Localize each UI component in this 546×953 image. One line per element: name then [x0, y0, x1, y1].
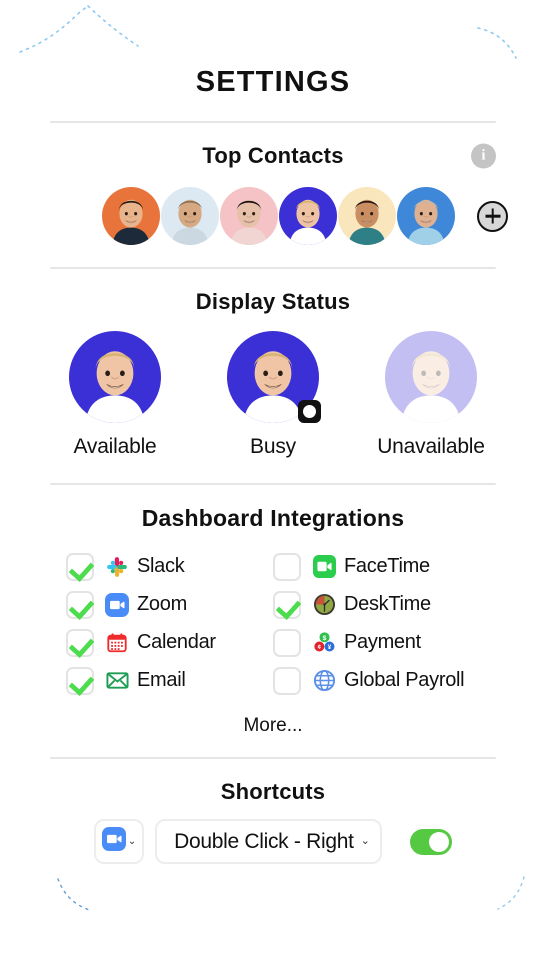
integration-label: FaceTime — [344, 555, 430, 577]
integration-checkbox[interactable] — [273, 666, 301, 695]
integration-item[interactable]: $ ¢ ¥ Payment — [273, 626, 546, 659]
status-option-label: Available — [73, 435, 157, 458]
more-link[interactable]: More... — [0, 697, 546, 737]
integration-label: Calendar — [137, 631, 216, 653]
status-avatar — [385, 331, 477, 423]
zoom-icon — [105, 592, 129, 617]
top-contacts-title: Top Contacts — [202, 143, 344, 168]
status-avatar-image — [69, 331, 161, 423]
settings-panel: SETTINGS Top Contacts i Display Status A… — [0, 0, 546, 953]
contact-avatar[interactable] — [220, 187, 278, 245]
chevron-down-icon: ⌄ — [127, 835, 137, 847]
integration-label: Email — [137, 669, 186, 691]
integration-label: Payment — [344, 631, 421, 653]
svg-text:¥: ¥ — [327, 644, 331, 651]
integration-label: DeskTime — [344, 593, 431, 615]
integration-checkbox[interactable] — [66, 552, 94, 581]
status-avatar — [227, 331, 321, 423]
contact-avatar-list — [40, 187, 455, 245]
contact-avatar[interactable] — [397, 187, 455, 245]
integration-item[interactable]: FaceTime — [273, 550, 546, 583]
status-option-label: Busy — [250, 435, 296, 458]
contact-avatar[interactable] — [279, 187, 337, 245]
display-status-header: Display Status — [0, 289, 546, 315]
desktime-icon — [312, 593, 336, 617]
status-avatar-image — [385, 331, 477, 423]
display-status-options: Available Busy Unavailable — [0, 315, 546, 459]
zoom-icon — [101, 827, 126, 856]
integration-item[interactable]: Slack — [66, 550, 273, 583]
corner-decoration-bottom-right — [480, 873, 530, 913]
integration-label: Slack — [137, 555, 185, 577]
payment-icon: $ ¢ ¥ — [312, 631, 336, 655]
slack-icon — [105, 555, 129, 579]
page-title: SETTINGS — [195, 66, 351, 98]
top-contacts-header: Top Contacts i — [0, 143, 546, 169]
status-option-busy[interactable]: Busy — [213, 331, 333, 459]
integration-item[interactable]: Email — [66, 664, 273, 697]
top-contacts-section: Top Contacts i — [0, 123, 546, 245]
shortcut-app-select[interactable]: ⌄ — [94, 819, 145, 864]
svg-text:¢: ¢ — [317, 644, 321, 651]
integration-checkbox[interactable] — [66, 628, 94, 657]
toggle-knob — [428, 831, 449, 852]
facetime-icon — [312, 555, 336, 579]
status-option-label: Unavailable — [377, 435, 485, 458]
email-icon — [105, 669, 129, 693]
integration-checkbox[interactable] — [273, 552, 301, 581]
info-icon[interactable]: i — [471, 143, 496, 169]
chevron-down-icon: ⌄ — [360, 835, 370, 847]
integrations-section: Dashboard Integrations Slack FaceTime Zoom… — [0, 485, 546, 737]
shortcut-row: ⌄ Double Click - Right ⌄ — [0, 805, 546, 864]
integration-item[interactable]: Global Payroll — [273, 664, 546, 697]
integrations-title: Dashboard Integrations — [141, 505, 405, 531]
status-avatar — [69, 331, 161, 423]
selected-dot-icon — [298, 400, 321, 423]
calendar-icon — [105, 631, 129, 655]
shortcut-toggle[interactable] — [409, 828, 452, 855]
shortcut-action-value: Double Click - Right — [174, 829, 354, 853]
add-contact-button[interactable] — [477, 200, 508, 232]
corner-decoration-bottom-left — [52, 875, 112, 915]
integration-item[interactable]: DeskTime — [273, 588, 546, 621]
svg-text:$: $ — [322, 635, 326, 642]
info-icon-glyph: i — [481, 147, 486, 164]
shortcuts-title: Shortcuts — [220, 779, 326, 804]
integration-label: Zoom — [137, 593, 187, 615]
globe-icon — [312, 669, 336, 693]
contact-avatar[interactable] — [102, 187, 160, 245]
contact-avatar[interactable] — [161, 187, 219, 245]
integration-checkbox[interactable] — [66, 666, 94, 695]
display-status-title: Display Status — [195, 289, 351, 314]
integrations-grid: Slack FaceTime Zoom DeskTime Calendar $ ¢ ¥ Paym… — [0, 532, 546, 697]
top-contacts-row — [0, 169, 546, 245]
integration-item[interactable]: Zoom — [66, 588, 273, 621]
status-option-unavailable[interactable]: Unavailable — [371, 331, 491, 459]
integration-label: Global Payroll — [344, 669, 465, 691]
integration-checkbox[interactable] — [273, 628, 301, 657]
shortcuts-header: Shortcuts — [0, 779, 546, 805]
shortcuts-section: Shortcuts ⌄ Double Click - Right ⌄ — [0, 759, 546, 864]
contact-avatar[interactable] — [338, 187, 396, 245]
integration-checkbox[interactable] — [273, 590, 301, 619]
shortcut-action-dropdown[interactable]: Double Click - Right ⌄ — [155, 819, 382, 864]
status-option-available[interactable]: Available — [55, 331, 175, 459]
display-status-section: Display Status Available Busy Unavailable — [0, 269, 546, 459]
integration-checkbox[interactable] — [66, 590, 94, 619]
integrations-header: Dashboard Integrations — [0, 505, 546, 532]
integration-item[interactable]: Calendar — [66, 626, 273, 659]
